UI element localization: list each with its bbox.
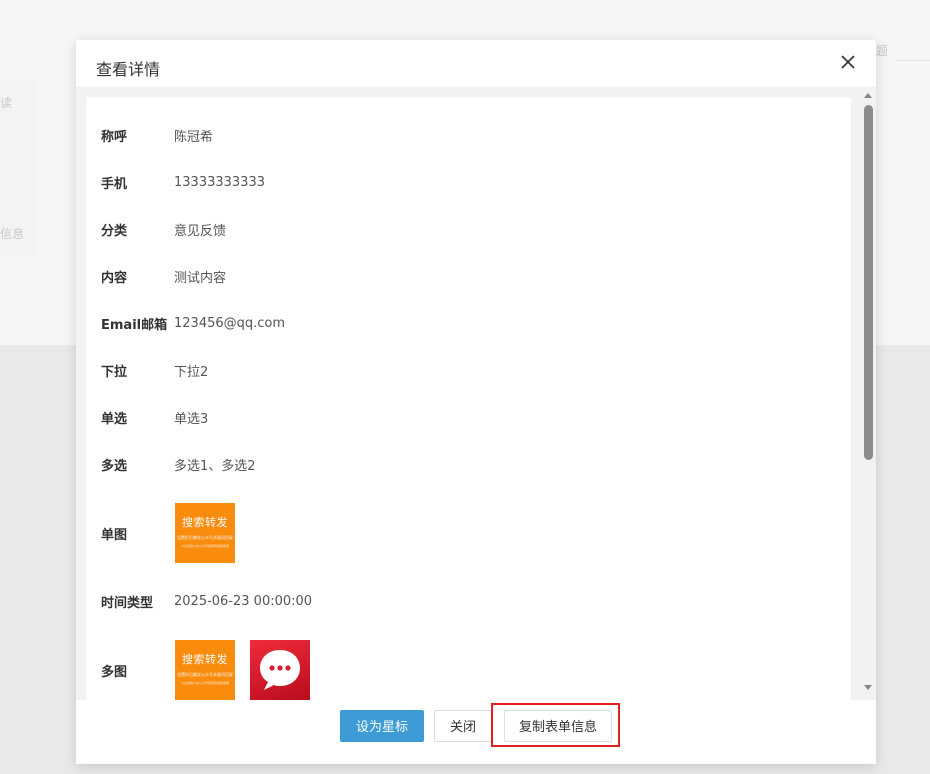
field-value: 13333333333 (174, 174, 265, 190)
field-value: 测试内容 (174, 270, 227, 286)
field-label: 多选 (101, 458, 128, 474)
background-text: 题 (876, 44, 889, 58)
field-value: 意见反馈 (174, 223, 227, 239)
scroll-down-arrow-icon[interactable] (864, 685, 872, 690)
scrollbar-thumb[interactable] (864, 105, 873, 460)
field-label: 称呼 (101, 129, 128, 145)
thumb-title: 搜索转发 (182, 516, 228, 529)
close-button[interactable]: 关闭 (434, 710, 492, 742)
background-divider (895, 60, 930, 61)
field-value: 下拉2 (174, 364, 209, 380)
field-value: 123456@qq.com (174, 315, 286, 331)
field-label: Email邮箱 (101, 317, 168, 333)
multi-image-thumbnail[interactable]: 搜索转发 设置好后触发公众号关键词回复 以达到用户在公众号搜索转发的效果 (175, 640, 235, 700)
thumb-caption: 以达到用户在公众号搜索转发的效果 (180, 544, 229, 548)
thumb-subtitle: 设置好后触发公众号关键词回复 (177, 672, 233, 677)
copy-form-info-button[interactable]: 复制表单信息 (504, 710, 612, 742)
multi-image-thumbnail[interactable] (250, 640, 310, 700)
field-label: 时间类型 (101, 595, 154, 611)
detail-modal: 查看详情 称呼 陈冠希 手机 13333333333 分类 意见反馈 内容 测试… (76, 40, 876, 764)
thumb-title: 搜索转发 (182, 653, 228, 666)
field-value: 陈冠希 (174, 129, 214, 145)
thumb-caption: 以达到用户在公众号搜索转发的效果 (180, 681, 229, 685)
modal-body: 称呼 陈冠希 手机 13333333333 分类 意见反馈 内容 测试内容 Em… (76, 87, 876, 700)
field-label: 分类 (101, 223, 128, 239)
field-value: 多选1、多选2 (174, 458, 256, 474)
field-label: 下拉 (101, 364, 128, 380)
modal-title: 查看详情 (96, 60, 161, 79)
background-text: 信息 (0, 227, 25, 241)
close-icon[interactable] (840, 54, 856, 70)
modal-header: 查看详情 (76, 40, 876, 87)
scroll-up-arrow-icon[interactable] (864, 93, 872, 98)
field-label: 内容 (101, 270, 128, 286)
field-label: 单图 (101, 527, 128, 543)
field-label: 单选 (101, 411, 128, 427)
field-value: 单选3 (174, 411, 209, 427)
field-label: 手机 (101, 176, 128, 192)
single-image-thumbnail[interactable]: 搜索转发 设置好后触发公众号关键词回复 以达到用户在公众号搜索转发的效果 (175, 503, 235, 563)
background-text: 读 (0, 96, 13, 110)
detail-content: 称呼 陈冠希 手机 13333333333 分类 意见反馈 内容 测试内容 Em… (86, 97, 851, 700)
thumb-subtitle: 设置好后触发公众号关键词回复 (177, 535, 233, 540)
field-label: 多图 (101, 664, 128, 680)
set-star-button[interactable]: 设为星标 (340, 710, 424, 742)
modal-footer: 设为星标 关闭 复制表单信息 (76, 700, 876, 764)
field-value: 2025-06-23 00:00:00 (174, 593, 313, 609)
scrollbar[interactable] (861, 87, 876, 700)
chat-bubble-icon (260, 650, 300, 690)
